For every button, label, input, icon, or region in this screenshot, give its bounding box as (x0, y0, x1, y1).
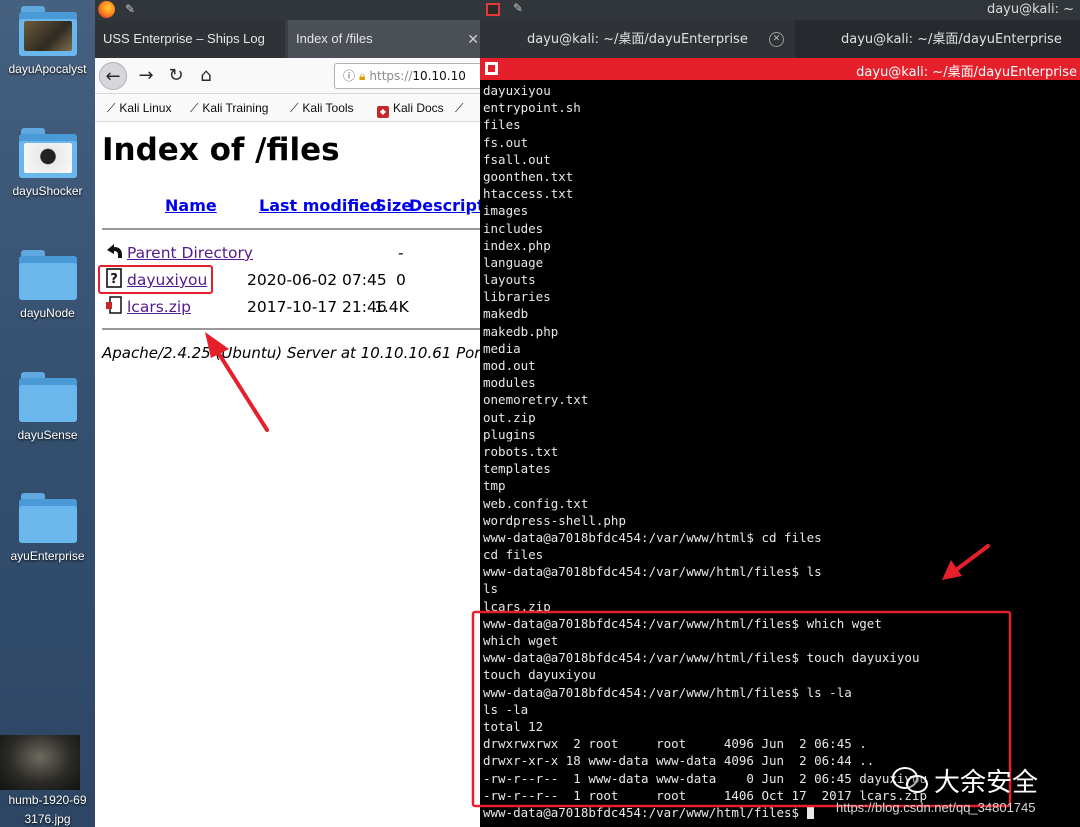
watermark: 大余安全 (892, 762, 1038, 799)
wechat-icon (892, 765, 930, 795)
annotation-overlay (205, 332, 1012, 808)
annotation-arrow-browser (205, 332, 269, 432)
watermark-url: https://blog.csdn.net/qq_34801745 (836, 800, 1036, 815)
annotation-arrow-terminal (942, 544, 990, 580)
